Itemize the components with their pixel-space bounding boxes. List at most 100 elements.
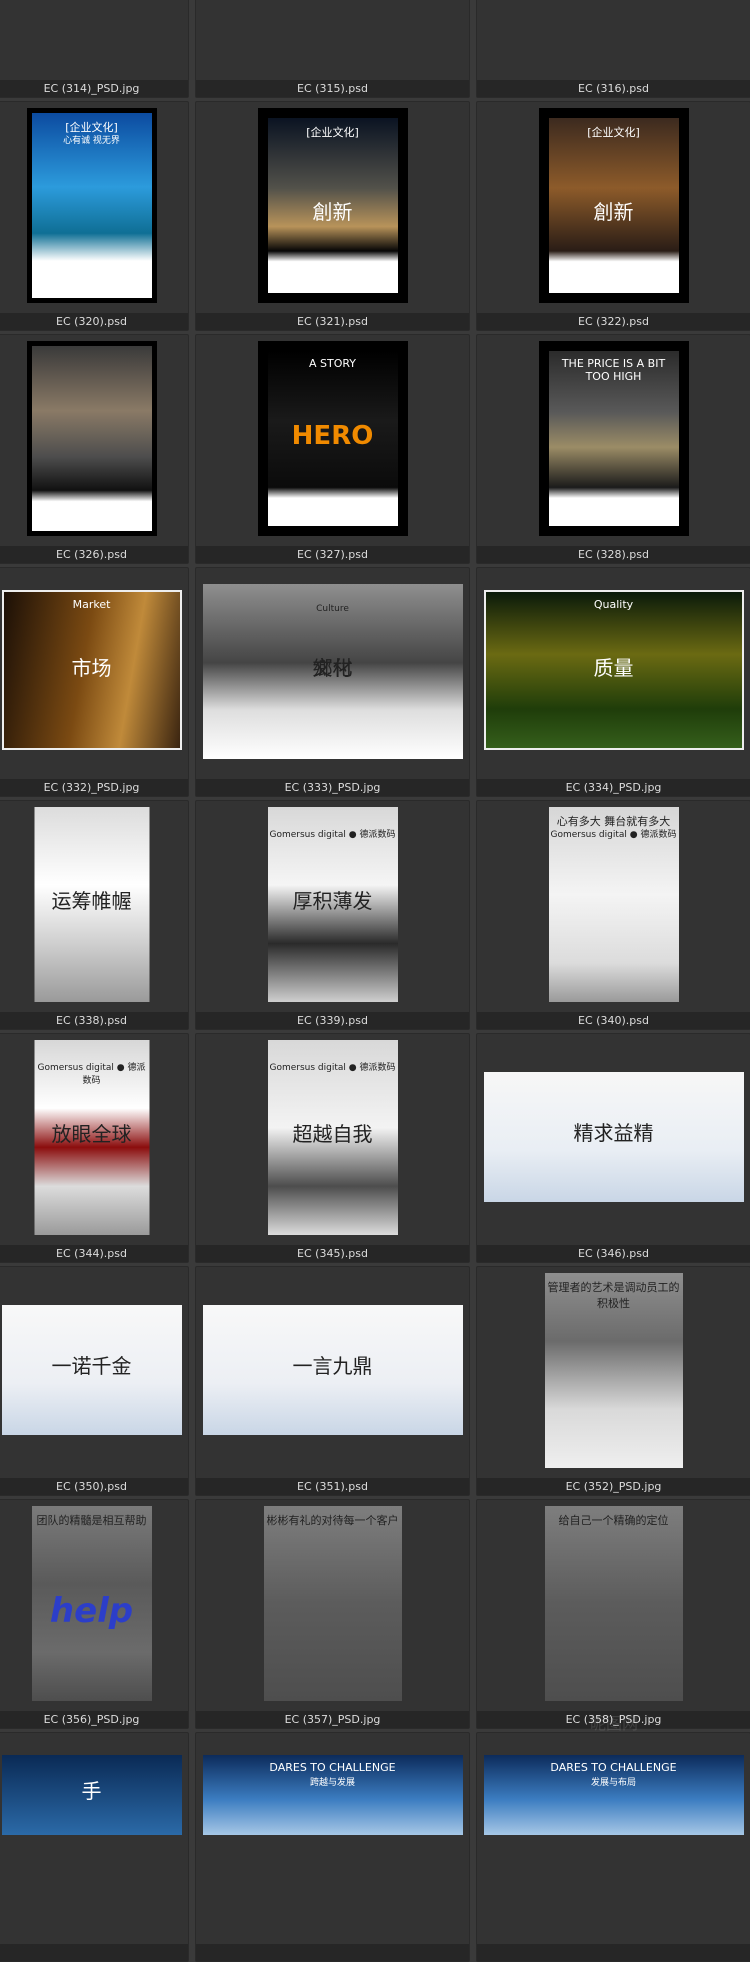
- thumbnail-text: 管理者的艺术是调动员工的积极性: [547, 1281, 680, 1310]
- file-thumbnail-cell[interactable]: [企业文化] 心有诚 视无界 EC (320).psd: [0, 101, 189, 331]
- file-name-label[interactable]: EC (340).psd: [477, 1012, 750, 1029]
- file-name-label[interactable]: EC (352)_PSD.jpg: [477, 1478, 750, 1495]
- thumbnail-text: Gomersus digital ● 德派数码: [269, 830, 396, 840]
- file-name-label[interactable]: EC (350).psd: [0, 1478, 188, 1495]
- file-name-label[interactable]: [0, 1944, 188, 1961]
- file-name-label[interactable]: EC (328).psd: [477, 546, 750, 563]
- file-preview-image: 运筹帷幄: [34, 807, 149, 1002]
- file-name-label[interactable]: EC (322).psd: [477, 313, 750, 330]
- thumbnail-text: 手: [81, 1779, 102, 1803]
- thumbnail-text: 彬彬有礼的对待每一个客户: [266, 1514, 399, 1527]
- file-preview-image: Quality 质量: [483, 590, 744, 750]
- file-name-label[interactable]: EC (326).psd: [0, 546, 188, 563]
- file-thumbnail-cell[interactable]: Market 市场 EC (332)_PSD.jpg: [0, 567, 189, 797]
- file-thumbnail-cell[interactable]: 手: [0, 1732, 189, 1962]
- thumbnail-text: 創新: [312, 199, 353, 224]
- thumbnail-text: help: [49, 1591, 134, 1631]
- thumbnail-text: Culture: [316, 604, 349, 614]
- thumbnail-text: 精求益精: [573, 1121, 654, 1145]
- file-thumbnail-cell[interactable]: 超越自我 Gomersus digital ● 德派数码 EC (345).psd: [195, 1033, 470, 1263]
- file-name-label[interactable]: EC (327).psd: [196, 546, 469, 563]
- thumbnail-text: 给自己一个精确的定位: [558, 1514, 669, 1527]
- file-name-label[interactable]: EC (357)_PSD.jpg: [196, 1711, 469, 1728]
- file-thumbnail-cell[interactable]: [企业文化] 創新 EC (322).psd: [476, 101, 750, 331]
- file-name-label[interactable]: EC (339).psd: [196, 1012, 469, 1029]
- file-name-label[interactable]: EC (338).psd: [0, 1012, 188, 1029]
- file-thumbnail-cell[interactable]: 放眼全球 Gomersus digital ● 德派数码 EC (344).psd: [0, 1033, 189, 1263]
- file-name-label[interactable]: [477, 1944, 750, 1961]
- file-thumbnail-cell[interactable]: EC (326).psd: [0, 334, 189, 564]
- file-thumbnail-cell[interactable]: 厚积薄发 Gomersus digital ● 德派数码 EC (339).psd: [195, 800, 470, 1030]
- file-preview-image: 一诺千金: [1, 1305, 182, 1435]
- file-preview-image: 鄉村 Culture 文化: [202, 584, 463, 759]
- thumbnail-text: 运筹帷幄: [51, 888, 132, 913]
- thumbnail-text: 文化: [312, 655, 353, 680]
- file-name-label[interactable]: EC (314)_PSD.jpg: [0, 80, 188, 97]
- file-thumbnail-cell[interactable]: THE PRICE IS A BIT TOO HIGH EC (328).psd: [476, 334, 750, 564]
- file-name-label[interactable]: EC (315).psd: [196, 80, 469, 97]
- file-thumbnail-cell[interactable]: 管理者的艺术是调动员工的积极性 EC (352)_PSD.jpg: [476, 1266, 750, 1496]
- thumbnail-text: 质量: [593, 656, 634, 680]
- thumbnail-text: 市场: [71, 656, 112, 680]
- file-thumbnail-cell[interactable]: Quality 质量 EC (334)_PSD.jpg: [476, 567, 750, 797]
- thumbnail-text: [企业文化]: [587, 126, 640, 139]
- file-thumbnail-cell[interactable]: EC (315).psd: [195, 0, 470, 98]
- file-thumbnail-cell[interactable]: DARES TO CHALLENGE 发展与布局: [476, 1732, 750, 1962]
- thumbnail-text: 放眼全球: [51, 1121, 132, 1146]
- file-name-label[interactable]: EC (333)_PSD.jpg: [196, 779, 469, 796]
- file-thumbnail-cell[interactable]: DARES TO CHALLENGE 跨越与发展: [195, 1732, 470, 1962]
- thumbnail-text: Gomersus digital ● 德派数码: [269, 1063, 396, 1073]
- file-thumbnail-cell[interactable]: 心有多大 舞台就有多大 Gomersus digital ● 德派数码 EC (34…: [476, 800, 750, 1030]
- file-preview-image: 给自己一个精确的定位: [544, 1506, 683, 1701]
- file-name-label[interactable]: EC (351).psd: [196, 1478, 469, 1495]
- thumbnail-text: 一言九鼎: [292, 1354, 373, 1378]
- file-thumbnail-cell[interactable]: 企業Culture文化EC (314)_PSD.jpg: [0, 0, 189, 98]
- file-name-label[interactable]: EC (334)_PSD.jpg: [477, 779, 750, 796]
- file-browser-grid: 企業Culture文化EC (314)_PSD.jpg EC (315).psd E…: [0, 0, 750, 1962]
- file-name-label[interactable]: EC (321).psd: [196, 313, 469, 330]
- thumbnail-text: THE PRICE IS A BIT TOO HIGH: [561, 357, 666, 383]
- file-thumbnail-cell[interactable]: 一言九鼎 EC (351).psd: [195, 1266, 470, 1496]
- file-thumbnail-cell[interactable]: 一诺千金 EC (350).psd: [0, 1266, 189, 1496]
- file-thumbnail-cell[interactable]: 运筹帷幄 EC (338).psd: [0, 800, 189, 1030]
- file-preview-image: Market 市场: [1, 590, 182, 750]
- file-name-label[interactable]: EC (316).psd: [477, 80, 750, 97]
- file-thumbnail-cell[interactable]: 彬彬有礼的对待每一个客户 EC (357)_PSD.jpg: [195, 1499, 470, 1729]
- file-thumbnail-cell[interactable]: 鄉村 Culture 文化 EC (333)_PSD.jpg: [195, 567, 470, 797]
- file-preview-image: 管理者的艺术是调动员工的积极性: [544, 1273, 683, 1468]
- thumbnail-text: 心有诚 视无界: [63, 136, 120, 146]
- file-preview-image: 彬彬有礼的对待每一个客户: [263, 1506, 402, 1701]
- file-name-label[interactable]: EC (356)_PSD.jpg: [0, 1711, 188, 1728]
- thumbnail-text: Quality: [593, 598, 634, 611]
- file-name-label[interactable]: EC (344).psd: [0, 1245, 188, 1262]
- thumbnail-text: Market: [72, 598, 111, 611]
- file-name-label[interactable]: [196, 1944, 469, 1961]
- file-thumbnail-cell[interactable]: 团队的精髓是相互帮助 help EC (356)_PSD.jpg: [0, 1499, 189, 1729]
- thumbnail-text: 創新: [593, 199, 634, 224]
- file-preview-image: 厚积薄发 Gomersus digital ● 德派数码: [267, 807, 398, 1002]
- thumbnail-text: Gomersus digital ● 德派数码: [550, 830, 677, 840]
- thumbnail-text: DARES TO CHALLENGE: [550, 1761, 677, 1774]
- file-thumbnail-cell[interactable]: 精求益精 EC (346).psd: [476, 1033, 750, 1263]
- file-thumbnail-cell[interactable]: EC (316).psd: [476, 0, 750, 98]
- file-name-label[interactable]: EC (345).psd: [196, 1245, 469, 1262]
- file-preview-image: [26, 341, 157, 536]
- file-thumbnail-cell[interactable]: [企业文化] 創新 EC (321).psd: [195, 101, 470, 331]
- file-preview-image: 心有多大 舞台就有多大 Gomersus digital ● 德派数码: [548, 807, 679, 1002]
- file-name-label[interactable]: EC (332)_PSD.jpg: [0, 779, 188, 796]
- file-name-label[interactable]: EC (320).psd: [0, 313, 188, 330]
- file-preview-image: DARES TO CHALLENGE 发展与布局: [483, 1755, 744, 1835]
- file-preview-image: 超越自我 Gomersus digital ● 德派数码: [267, 1040, 398, 1235]
- thumbnail-text: DARES TO CHALLENGE: [269, 1761, 396, 1774]
- thumbnail-text: A STORY: [308, 357, 357, 370]
- file-name-label[interactable]: EC (346).psd: [477, 1245, 750, 1262]
- file-preview-image: 团队的精髓是相互帮助 help: [31, 1506, 152, 1701]
- file-thumbnail-cell[interactable]: 给自己一个精确的定位 EC (358)_PSD.jpg: [476, 1499, 750, 1729]
- file-preview-image: [企业文化] 心有诚 视无界: [26, 108, 157, 303]
- thumbnail-text: 超越自我: [292, 1121, 373, 1146]
- file-preview-image: THE PRICE IS A BIT TOO HIGH: [538, 341, 689, 536]
- file-preview-image: 一言九鼎: [202, 1305, 463, 1435]
- thumbnail-text: 跨越与发展: [309, 1778, 355, 1788]
- file-thumbnail-cell[interactable]: A STORY HERO EC (327).psd: [195, 334, 470, 564]
- watermark-text: 昵图网: [590, 1714, 639, 1733]
